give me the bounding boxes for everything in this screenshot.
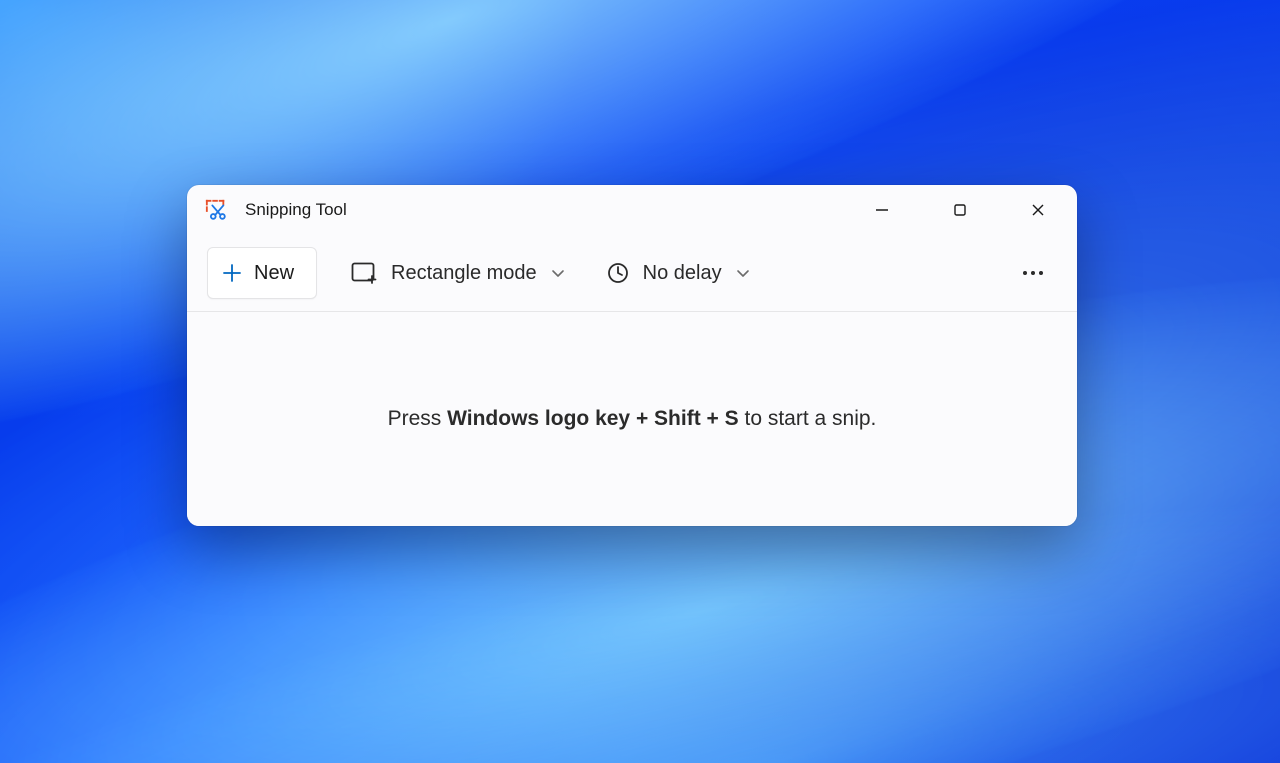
toolbar: New Rectangle mode	[187, 235, 1077, 312]
more-options-button[interactable]	[1009, 249, 1057, 297]
delay-dropdown[interactable]: No delay	[599, 248, 758, 298]
delay-label: No delay	[643, 262, 722, 285]
minimize-button[interactable]	[843, 185, 921, 235]
chevron-down-icon	[736, 266, 750, 280]
shortcut-hint: Press Windows logo key + Shift + S to st…	[388, 407, 877, 431]
snipping-tool-window: Snipping Tool	[187, 185, 1077, 526]
snip-mode-dropdown[interactable]: Rectangle mode	[343, 248, 573, 298]
clock-icon	[607, 262, 629, 284]
hint-prefix: Press	[388, 407, 448, 430]
titlebar[interactable]: Snipping Tool	[187, 185, 1077, 235]
snipping-tool-app-icon	[205, 199, 227, 221]
hint-shortcut: Windows logo key + Shift + S	[447, 407, 739, 430]
new-button-label: New	[254, 262, 294, 285]
plus-icon	[222, 263, 242, 283]
desktop-background: Snipping Tool	[0, 0, 1280, 763]
rectangle-mode-icon	[351, 262, 377, 284]
maximize-button[interactable]	[921, 185, 999, 235]
window-controls	[843, 185, 1077, 235]
snip-mode-label: Rectangle mode	[391, 262, 537, 285]
chevron-down-icon	[551, 266, 565, 280]
new-snip-button[interactable]: New	[207, 247, 317, 299]
hint-suffix: to start a snip.	[739, 407, 877, 430]
window-title: Snipping Tool	[245, 200, 843, 220]
content-area: Press Windows logo key + Shift + S to st…	[187, 312, 1077, 526]
close-button[interactable]	[999, 185, 1077, 235]
